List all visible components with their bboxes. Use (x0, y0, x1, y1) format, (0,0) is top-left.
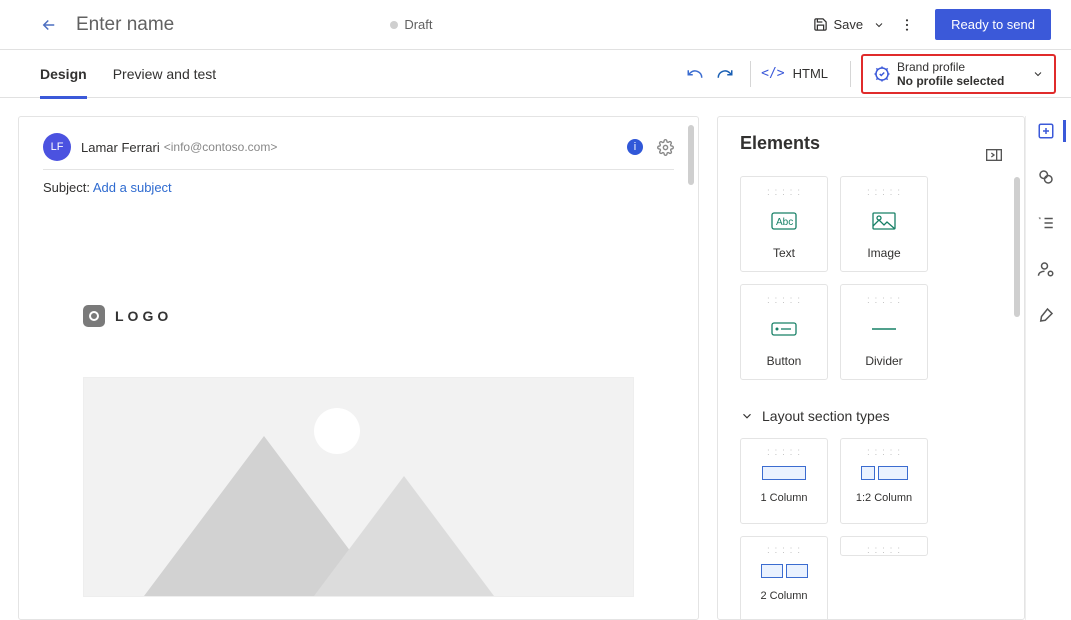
back-icon[interactable] (40, 16, 58, 34)
brand-line2: No profile selected (897, 74, 1004, 88)
tab-bar: Design Preview and test </> HTML Brand p… (0, 50, 1071, 98)
more-icon (899, 17, 915, 33)
rail-text[interactable]: * (1035, 212, 1057, 234)
collapse-panel-icon[interactable] (986, 149, 1002, 161)
redo-icon (716, 65, 734, 83)
drag-handle-icon: : : : : : (867, 187, 901, 198)
elements-grid: : : : : : Abc Text : : : : : Image : : :… (740, 176, 1002, 380)
layout-1col[interactable]: : : : : : 1 Column (740, 438, 828, 524)
save-label: Save (834, 17, 864, 32)
element-label: Image (867, 246, 900, 260)
text-icon: Abc (771, 210, 797, 232)
save-icon (813, 17, 828, 32)
list-icon: * (1037, 214, 1055, 232)
brand-gear-icon (873, 65, 891, 83)
svg-text:*: * (1038, 217, 1041, 224)
drag-handle-icon: : : : : : (867, 447, 901, 458)
drag-handle-icon: : : : : : (767, 295, 801, 306)
image-placeholder[interactable] (83, 377, 634, 597)
chevron-down-icon (1032, 68, 1044, 80)
circles-icon (1037, 168, 1055, 186)
subject-row[interactable]: Subject: Add a subject (43, 180, 674, 195)
workspace: LF Lamar Ferrari <info@contoso.com> i Su… (0, 98, 1071, 620)
more-menu[interactable] (899, 17, 915, 33)
right-panel: Elements : : : : : Abc Text : : : : : (701, 98, 1071, 620)
page-title[interactable]: Enter name (76, 14, 390, 36)
rail-brush[interactable] (1035, 304, 1057, 326)
tab-preview[interactable]: Preview and test (113, 66, 217, 99)
drag-handle-icon: : : : : : (867, 295, 901, 306)
element-button[interactable]: : : : : : Button (740, 284, 828, 380)
divider-icon (872, 318, 896, 340)
sender-avatar: LF (43, 133, 71, 161)
tab-design[interactable]: Design (40, 66, 87, 99)
layout-label: 2 Column (760, 590, 807, 602)
redo-button[interactable] (710, 65, 740, 83)
html-toggle[interactable]: </> HTML (761, 66, 828, 81)
html-label: HTML (793, 66, 828, 81)
logo-block[interactable]: LOGO (83, 305, 674, 327)
subject-link: Add a subject (93, 180, 172, 195)
status-dot (390, 21, 398, 29)
layout-grid: : : : : : 1 Column : : : : : 1:2 Column … (740, 438, 1002, 620)
layout-label: 1 Column (760, 492, 807, 504)
layout-card[interactable]: : : : : : (840, 536, 928, 556)
layout-section-label: Layout section types (762, 408, 890, 424)
element-label: Text (773, 246, 795, 260)
brand-profile-dropdown[interactable]: Brand profile No profile selected (861, 54, 1056, 94)
undo-button[interactable] (680, 65, 710, 83)
scrollbar[interactable] (1014, 177, 1020, 317)
element-label: Button (767, 354, 802, 368)
button-icon (771, 318, 797, 340)
drag-handle-icon: : : : : : (767, 545, 801, 556)
layout-section-header[interactable]: Layout section types (740, 408, 1002, 424)
sender-email: <info@contoso.com> (164, 140, 278, 154)
separator (850, 61, 851, 87)
rail-elements[interactable] (1035, 120, 1057, 142)
layout-label: 1:2 Column (856, 492, 912, 504)
chevron-down-icon (873, 19, 885, 31)
settings-icon[interactable] (657, 139, 674, 156)
element-divider[interactable]: : : : : : Divider (840, 284, 928, 380)
element-image[interactable]: : : : : : Image (840, 176, 928, 272)
drag-handle-icon: : : : : : (767, 447, 801, 458)
status-label: Draft (404, 17, 432, 32)
panel-title: Elements (740, 133, 820, 154)
element-label: Divider (865, 354, 902, 368)
save-menu-chevron[interactable] (873, 19, 885, 31)
layout-2col[interactable]: : : : : : 2 Column (740, 536, 828, 620)
undo-icon (686, 65, 704, 83)
logo-icon (83, 305, 105, 327)
email-canvas[interactable]: LF Lamar Ferrari <info@contoso.com> i Su… (18, 116, 699, 620)
brush-icon (1037, 306, 1055, 324)
drag-handle-icon: : : : : : (867, 545, 901, 556)
person-gear-icon (1037, 260, 1055, 278)
add-square-icon (1037, 122, 1055, 140)
top-bar: Enter name Draft Save Ready to send (0, 0, 1071, 50)
mail-header: LF Lamar Ferrari <info@contoso.com> i (43, 133, 674, 170)
canvas-area: LF Lamar Ferrari <info@contoso.com> i Su… (0, 98, 701, 620)
drag-handle-icon: : : : : : (767, 187, 801, 198)
subject-label: Subject: (43, 180, 90, 195)
side-rail: * (1025, 116, 1065, 620)
brand-line1: Brand profile (897, 60, 1004, 74)
code-icon: </> (761, 66, 784, 81)
image-icon (872, 210, 896, 232)
ready-to-send-button[interactable]: Ready to send (935, 9, 1051, 40)
sender-name: Lamar Ferrari (81, 140, 160, 155)
rail-personalize[interactable] (1035, 258, 1057, 280)
scrollbar[interactable] (688, 125, 694, 185)
rail-themes[interactable] (1035, 166, 1057, 188)
chevron-down-icon (740, 409, 754, 423)
layout-1-2col[interactable]: : : : : : 1:2 Column (840, 438, 928, 524)
svg-text:Abc: Abc (776, 217, 793, 228)
save-button[interactable]: Save (813, 17, 864, 32)
info-icon[interactable]: i (627, 139, 643, 155)
separator (750, 61, 751, 87)
logo-text: LOGO (115, 308, 172, 324)
element-text[interactable]: : : : : : Abc Text (740, 176, 828, 272)
